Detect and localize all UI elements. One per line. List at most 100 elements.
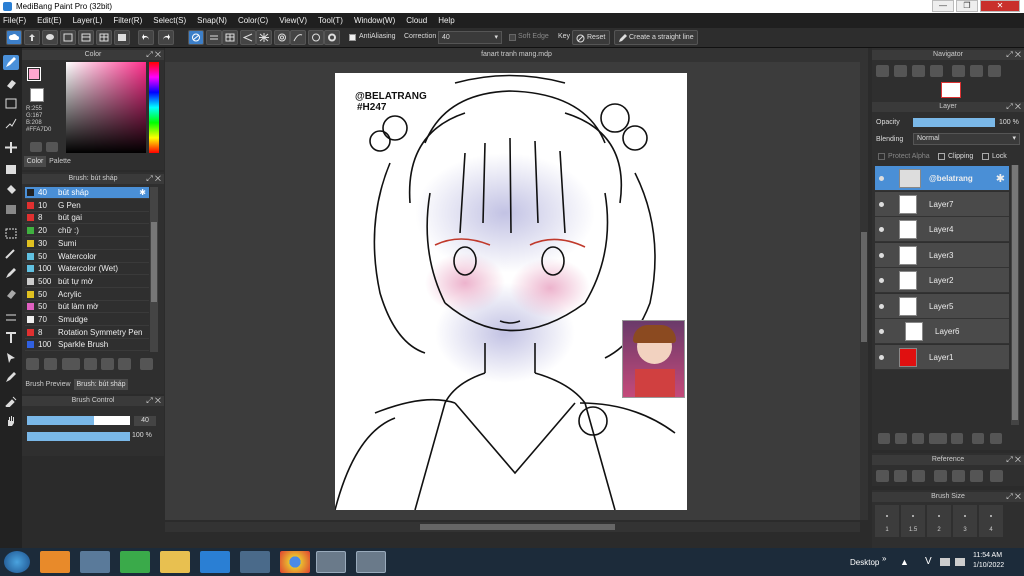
zoom-in-icon[interactable] [876,65,889,77]
chrome-window-icon[interactable] [356,551,386,573]
layer-menu-icon[interactable] [929,433,947,444]
select-eraser-tool-icon[interactable] [3,286,19,301]
brush-size-option[interactable]: 1.5 [901,505,925,537]
new-layer-icon[interactable] [878,433,890,444]
media-player-icon[interactable] [40,551,70,573]
new-halftone-layer-icon[interactable] [895,433,907,444]
layer-row[interactable]: @belatrang ✱ [875,166,1009,191]
brush-list-item[interactable]: 100 Watercolor (Wet) [25,263,149,276]
scrollbar-thumb[interactable] [151,222,157,302]
menu-filter[interactable]: Filter(R) [113,16,142,25]
menu-file[interactable]: File(F) [3,16,26,25]
tab-brush[interactable]: Brush: bút sháp [74,379,128,390]
snap-off-icon[interactable] [188,30,204,45]
start-button-icon[interactable] [4,551,30,573]
panel-close-icon[interactable]: ⤢ ✕ [146,174,161,184]
scrollbar-thumb[interactable] [861,232,867,342]
brush-size-option[interactable]: 1 [875,505,899,537]
tab-palette[interactable]: Palette [48,156,72,167]
keyboard-icon[interactable]: V [925,556,932,567]
move-tool-icon[interactable] [3,140,19,155]
horizontal-scrollbar[interactable] [165,522,860,532]
ellipse-snap-icon[interactable] [308,30,324,45]
correction-select[interactable]: 40 ▾ [438,31,502,44]
merge-layer-icon[interactable] [990,433,1002,444]
visibility-eye-icon[interactable] [879,303,884,309]
restore-button[interactable]: ❐ [956,0,978,12]
parallel-snap-icon[interactable] [206,30,222,45]
blending-select[interactable]: Normal ▾ [913,133,1020,145]
text-tool-icon[interactable] [3,330,19,345]
menu-edit[interactable]: Edit(E) [37,16,61,25]
navigator-thumbnail[interactable] [941,82,961,98]
brush-list-item[interactable]: 8 bút gai [25,212,149,225]
visibility-eye-icon[interactable] [879,329,884,334]
reset-button[interactable]: Reset [572,30,610,45]
lasso-tool-icon[interactable] [3,116,19,131]
brush-tool-icon[interactable] [3,55,19,70]
panel-close-icon[interactable]: ⤢ ✕ [1006,50,1021,60]
lock-checkbox[interactable] [982,153,989,160]
saturation-picker[interactable] [66,62,146,153]
dot-pen-tool-icon[interactable] [3,370,19,385]
medibang-taskbar-icon[interactable] [316,551,346,573]
tray-up-icon[interactable]: ▲ [900,557,909,567]
visibility-eye-icon[interactable] [879,227,884,232]
layer-folder-icon[interactable] [951,433,963,444]
background-color-swatch[interactable] [30,88,44,102]
internet-explorer-icon[interactable] [200,551,230,573]
settings-snap-icon[interactable] [324,30,340,45]
gradient-tool-icon[interactable] [3,202,19,217]
bucket-tool-icon[interactable] [3,182,19,197]
comment-icon[interactable] [42,30,58,45]
panel-close-icon[interactable]: ⤢ ✕ [1006,102,1021,112]
network-icon[interactable] [240,551,270,573]
rect-select-tool-icon[interactable] [3,96,19,111]
hand-tool-icon[interactable] [3,414,19,429]
shape-tool-icon[interactable] [3,162,19,177]
desktop-toolbar-label[interactable]: Desktop [850,558,879,567]
ref-folder-icon[interactable] [894,470,907,482]
vertical-scrollbar[interactable] [860,62,868,520]
brush-list-item[interactable]: 40 bút sháp ✱ [25,187,149,199]
layer-row[interactable]: Layer2 [875,268,1009,293]
menu-layer[interactable]: Layer(L) [73,16,103,25]
undo-icon[interactable] [138,30,154,45]
operation-tool-icon[interactable] [3,350,19,365]
antialiasing-checkbox[interactable] [349,34,356,41]
volume-icon[interactable] [955,558,965,566]
brush-list-scrollbar[interactable] [150,187,158,352]
brush-size-value[interactable]: 40 [134,416,156,426]
minimize-button[interactable]: — [932,0,954,12]
menu-cloud[interactable]: Cloud [406,16,427,25]
eraser-tool-icon[interactable] [3,76,19,91]
paint-app-icon[interactable] [80,551,110,573]
panel-close-icon[interactable]: ⤢ ✕ [146,50,161,60]
trash-icon[interactable] [140,358,153,370]
battery-icon[interactable] [940,558,950,566]
brush-list-item[interactable]: 500 bút tự mờ [25,276,149,288]
brush-list-item[interactable]: 20 chữ :) [25,225,149,238]
ref-close-icon[interactable] [912,470,925,482]
rotate-reset-icon[interactable] [988,65,1001,77]
film-icon[interactable] [114,30,130,45]
visibility-eye-icon[interactable] [879,354,884,360]
zoom-out-icon[interactable] [930,65,943,77]
clock-date[interactable]: 1/10/2022 [973,562,1004,569]
layer-scrollbar[interactable] [1011,165,1019,425]
clock-time[interactable]: 11:54 AM [973,552,1002,559]
zoom-fit-icon[interactable] [894,65,907,77]
foreground-color-swatch[interactable] [27,67,41,81]
brush-menu-icon[interactable] [62,358,80,370]
vanish-snap-icon[interactable] [240,30,256,45]
brush-list-item[interactable]: 50 Acrylic [25,289,149,301]
ref-zoom-out-icon[interactable] [970,470,983,482]
soft-edge-checkbox[interactable] [509,34,516,41]
gadget-icon[interactable] [120,551,150,573]
add-brush-icon[interactable] [26,358,39,370]
layer-row[interactable]: Layer3 [875,242,1009,268]
drawing-canvas[interactable]: @BELATRANG #H247 [334,73,687,511]
visibility-eye-icon[interactable] [879,176,884,181]
scrollbar-thumb[interactable] [420,524,615,530]
select-tool-icon[interactable] [3,226,19,241]
